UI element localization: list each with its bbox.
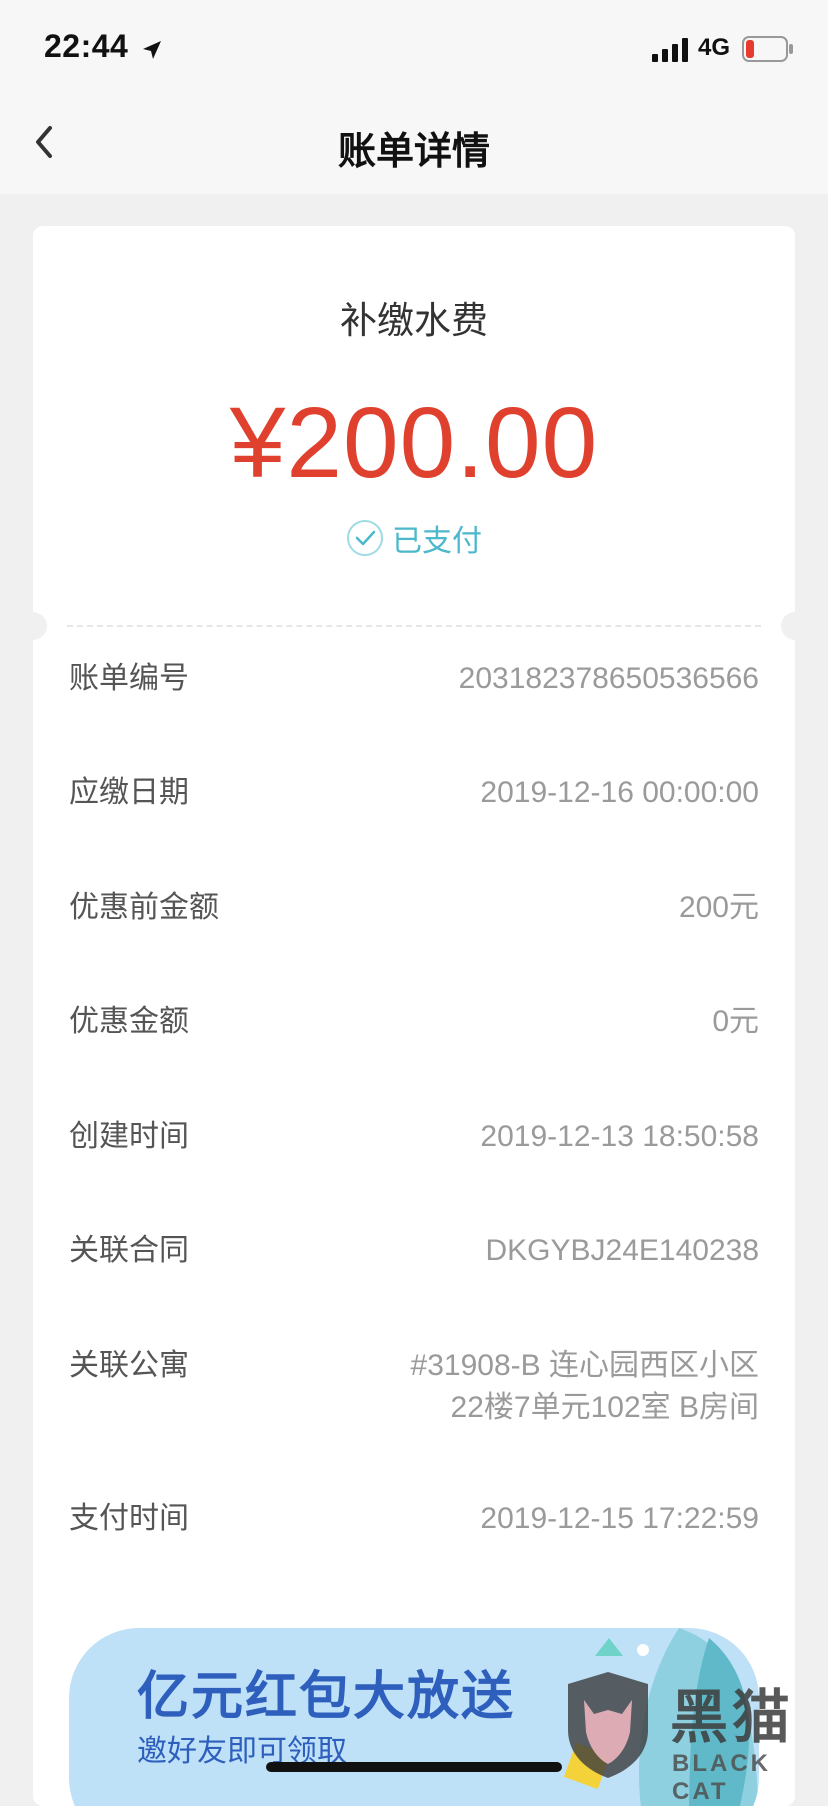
black-cat-logo-icon — [568, 1672, 648, 1778]
apartment-line-1: #31908-B 连心园西区小区 — [410, 1349, 759, 1382]
detail-label: 账单编号 — [69, 661, 189, 696]
page-title: 账单详情 — [337, 129, 490, 173]
signal-icon — [652, 38, 688, 62]
detail-label: 支付时间 — [69, 1501, 189, 1536]
status-bar: 22:44 4G — [0, 0, 828, 90]
detail-label: 优惠金额 — [69, 1004, 189, 1039]
detail-value: 200元 — [678, 891, 759, 924]
check-circle-icon — [347, 520, 383, 556]
banner-title: 亿元红包大放送 — [137, 1667, 516, 1727]
detail-row-contract: 关联合同 DKGYBJ24E140238 — [69, 1230, 759, 1272]
nav-bar: 账单详情 — [0, 90, 828, 194]
detail-label: 关联公寓 — [69, 1348, 189, 1383]
detail-row-apartment: 关联公寓 #31908-B 连心园西区小区 22楼7单元102室 B房间 — [69, 1345, 759, 1429]
detail-row-discount: 优惠金额 0元 — [69, 1001, 759, 1043]
detail-value-multiline: #31908-B 连心园西区小区 22楼7单元102室 B房间 — [411, 1345, 759, 1429]
status-time: 22:44 — [44, 28, 129, 64]
detail-value: DKGYBJ24E140238 — [485, 1234, 759, 1267]
paid-status: 已支付 — [33, 516, 795, 560]
detail-value: 0元 — [712, 1005, 759, 1038]
dashed-divider — [67, 625, 761, 627]
black-cat-watermark: 黑猫 BLACK CAT — [560, 1670, 828, 1805]
watermark-text-cn: 黑猫 — [670, 1683, 795, 1751]
bill-card: 补缴水费 ¥200.00 已支付 账单编号 203182378650536566… — [33, 226, 795, 1806]
ticket-notch-right — [781, 612, 795, 640]
watermark-text-en: BLACK CAT — [672, 1750, 771, 1805]
home-indicator[interactable] — [266, 1762, 562, 1772]
detail-label: 优惠前金额 — [69, 890, 219, 925]
detail-value: 203182378650536566 — [458, 662, 759, 695]
bill-title: 补缴水费 — [340, 299, 488, 342]
bill-amount: ¥200.00 — [229, 387, 599, 499]
detail-label: 应缴日期 — [69, 775, 189, 810]
detail-label: 创建时间 — [69, 1119, 189, 1154]
detail-row-bill-number: 账单编号 203182378650536566 — [69, 658, 759, 700]
ticket-notch-left — [33, 612, 47, 640]
apartment-line-2: 22楼7单元102室 B房间 — [450, 1391, 759, 1424]
detail-value: 2019-12-13 18:50:58 — [480, 1120, 759, 1153]
paid-status-label: 已支付 — [392, 524, 482, 559]
detail-value: 2019-12-15 17:22:59 — [480, 1502, 759, 1535]
detail-value: 2019-12-16 00:00:00 — [480, 776, 759, 809]
location-arrow-icon — [143, 41, 161, 59]
battery-icon — [742, 36, 793, 62]
detail-label: 关联合同 — [69, 1233, 189, 1268]
detail-row-due-date: 应缴日期 2019-12-16 00:00:00 — [69, 772, 759, 814]
detail-row-original-amount: 优惠前金额 200元 — [69, 887, 759, 929]
network-label: 4G — [698, 34, 731, 61]
detail-row-paid-time: 支付时间 2019-12-15 17:22:59 — [69, 1498, 759, 1540]
detail-row-created-time: 创建时间 2019-12-13 18:50:58 — [69, 1116, 759, 1158]
